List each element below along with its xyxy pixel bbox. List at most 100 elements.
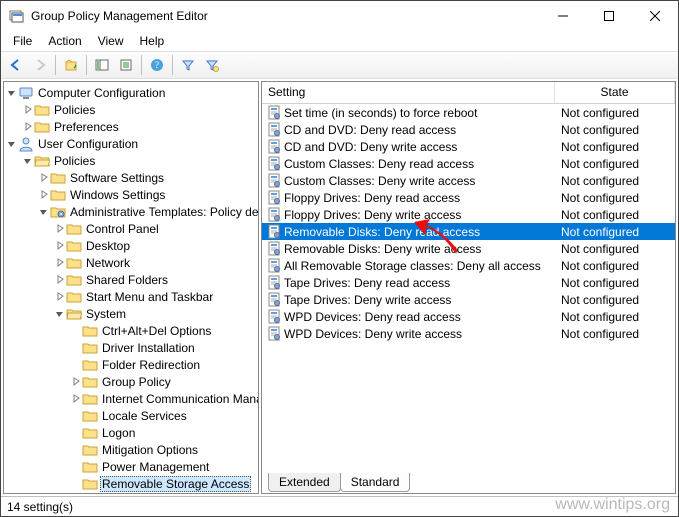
list-row[interactable]: CD and DVD: Deny read accessNot configur… xyxy=(262,121,675,138)
show-hide-tree-button[interactable] xyxy=(91,54,113,76)
expand-icon[interactable] xyxy=(38,189,50,201)
setting-name: Tape Drives: Deny write access xyxy=(284,293,451,307)
status-bar: 14 setting(s) xyxy=(1,496,678,516)
collapse-icon[interactable] xyxy=(6,87,18,99)
menu-view[interactable]: View xyxy=(90,32,132,50)
tree-start-menu-and-taskbar[interactable]: Start Menu and Taskbar xyxy=(4,288,258,305)
setting-icon xyxy=(266,156,282,172)
list-header[interactable]: Setting State xyxy=(262,82,675,104)
status-text: 14 setting(s) xyxy=(7,500,73,514)
expand-icon[interactable] xyxy=(54,223,66,235)
list-row[interactable]: Removable Disks: Deny read accessNot con… xyxy=(262,223,675,240)
tree-desktop[interactable]: Desktop xyxy=(4,237,258,254)
properties-button[interactable] xyxy=(115,54,137,76)
tree-policies[interactable]: Policies xyxy=(4,152,258,169)
expand-icon[interactable] xyxy=(70,393,82,405)
filter-options-button[interactable] xyxy=(201,54,223,76)
tree-system[interactable]: System xyxy=(4,305,258,322)
menu-action[interactable]: Action xyxy=(40,32,89,50)
column-state[interactable]: State xyxy=(555,82,675,103)
list-row[interactable]: WPD Devices: Deny read accessNot configu… xyxy=(262,308,675,325)
list-row[interactable]: Floppy Drives: Deny read accessNot confi… xyxy=(262,189,675,206)
tree-scripts[interactable]: Scripts xyxy=(4,492,258,494)
collapse-icon[interactable] xyxy=(54,308,66,320)
setting-icon xyxy=(266,105,282,121)
tree-driver-installation[interactable]: Driver Installation xyxy=(4,339,258,356)
list-row[interactable]: All Removable Storage classes: Deny all … xyxy=(262,257,675,274)
tree-mitigation-options[interactable]: Mitigation Options xyxy=(4,441,258,458)
tree-policies[interactable]: Policies xyxy=(4,101,258,118)
tree-locale-services[interactable]: Locale Services xyxy=(4,407,258,424)
tree-folder-redirection[interactable]: Folder Redirection xyxy=(4,356,258,373)
help-button[interactable]: ? xyxy=(146,54,168,76)
setting-icon xyxy=(266,241,282,257)
setting-icon xyxy=(266,173,282,189)
setting-name: Tape Drives: Deny read access xyxy=(284,276,450,290)
admin-templates-icon xyxy=(50,204,66,220)
tree-control-panel[interactable]: Control Panel xyxy=(4,220,258,237)
collapse-icon[interactable] xyxy=(22,155,34,167)
tree-logon[interactable]: Logon xyxy=(4,424,258,441)
expand-icon[interactable] xyxy=(22,104,34,116)
list-row[interactable]: Floppy Drives: Deny write accessNot conf… xyxy=(262,206,675,223)
list-row[interactable]: WPD Devices: Deny write accessNot config… xyxy=(262,325,675,342)
filter-button[interactable] xyxy=(177,54,199,76)
setting-state: Not configured xyxy=(555,174,675,188)
menu-help[interactable]: Help xyxy=(132,32,173,50)
expand-icon[interactable] xyxy=(70,376,82,388)
tree-group-policy[interactable]: Group Policy xyxy=(4,373,258,390)
tree-power-management[interactable]: Power Management xyxy=(4,458,258,475)
window-title: Group Policy Management Editor xyxy=(31,9,540,23)
tree-network[interactable]: Network xyxy=(4,254,258,271)
folder-icon xyxy=(82,476,98,492)
expand-icon[interactable] xyxy=(54,291,66,303)
minimize-button[interactable] xyxy=(540,1,586,31)
tree-software-settings[interactable]: Software Settings xyxy=(4,169,258,186)
collapse-icon[interactable] xyxy=(38,206,50,218)
tree-preferences[interactable]: Preferences xyxy=(4,118,258,135)
up-button[interactable] xyxy=(60,54,82,76)
folder-icon xyxy=(66,272,82,288)
folder-icon xyxy=(66,255,82,271)
tab-standard[interactable]: Standard xyxy=(340,473,411,492)
setting-name: Set time (in seconds) to force reboot xyxy=(284,106,477,120)
expand-icon[interactable] xyxy=(22,121,34,133)
tab-extended[interactable]: Extended xyxy=(268,473,341,492)
tree-windows-settings[interactable]: Windows Settings xyxy=(4,186,258,203)
list-row[interactable]: Custom Classes: Deny read accessNot conf… xyxy=(262,155,675,172)
expand-icon[interactable] xyxy=(54,240,66,252)
setting-state: Not configured xyxy=(555,106,675,120)
collapse-icon[interactable] xyxy=(6,138,18,150)
tree-computer-configuration[interactable]: Computer Configuration xyxy=(4,84,258,101)
list-body[interactable]: Set time (in seconds) to force reboot Not… xyxy=(262,104,675,471)
expand-icon[interactable] xyxy=(54,257,66,269)
tree-admin-templates[interactable]: Administrative Templates: Policy definit… xyxy=(4,203,258,220)
list-row[interactable]: CD and DVD: Deny write accessNot configu… xyxy=(262,138,675,155)
tree-user-configuration[interactable]: User Configuration xyxy=(4,135,258,152)
setting-state: Not configured xyxy=(555,140,675,154)
list-row[interactable]: Set time (in seconds) to force reboot Not… xyxy=(262,104,675,121)
folder-icon xyxy=(66,306,82,322)
list-row[interactable]: Tape Drives: Deny write accessNot config… xyxy=(262,291,675,308)
tree-pane[interactable]: Computer ConfigurationPoliciesPreference… xyxy=(3,81,259,494)
expand-icon[interactable] xyxy=(38,172,50,184)
list-row[interactable]: Removable Disks: Deny write accessNot co… xyxy=(262,240,675,257)
expand-icon[interactable] xyxy=(54,274,66,286)
separator xyxy=(172,55,173,75)
close-button[interactable] xyxy=(632,1,678,31)
folder-icon xyxy=(82,425,98,441)
folder-icon xyxy=(66,238,82,254)
tree-internet-communication-management[interactable]: Internet Communication Management xyxy=(4,390,258,407)
tree-ctrl-alt-del-options[interactable]: Ctrl+Alt+Del Options xyxy=(4,322,258,339)
maximize-button[interactable] xyxy=(586,1,632,31)
tree-shared-folders[interactable]: Shared Folders xyxy=(4,271,258,288)
setting-state: Not configured xyxy=(555,157,675,171)
setting-name: Floppy Drives: Deny write access xyxy=(284,208,461,222)
column-setting[interactable]: Setting xyxy=(262,82,555,103)
setting-icon xyxy=(266,224,282,240)
back-button[interactable] xyxy=(5,54,27,76)
menu-file[interactable]: File xyxy=(5,32,40,50)
list-row[interactable]: Custom Classes: Deny write accessNot con… xyxy=(262,172,675,189)
list-row[interactable]: Tape Drives: Deny read accessNot configu… xyxy=(262,274,675,291)
tree-removable-storage-access[interactable]: Removable Storage Access xyxy=(4,475,258,492)
